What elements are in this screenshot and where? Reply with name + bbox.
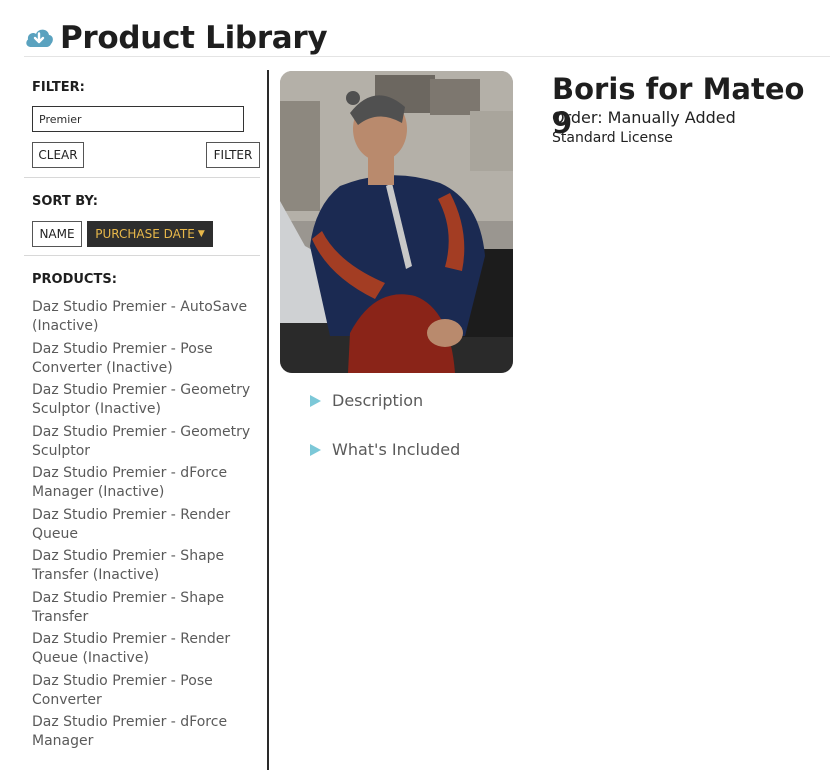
product-list-item[interactable]: Daz Studio Premier - Render Queue (Inact… — [32, 630, 260, 668]
expand-triangle-icon — [310, 394, 321, 407]
sort-divider — [24, 255, 260, 256]
page-header: Product Library — [24, 18, 328, 58]
description-label: Description — [332, 391, 424, 410]
cloud-download-icon — [26, 29, 53, 47]
sidebar-divider — [267, 70, 269, 770]
products-label: PRODUCTS: — [32, 272, 117, 287]
header-divider — [24, 56, 830, 57]
product-list-item[interactable]: Daz Studio Premier - Pose Converter — [32, 672, 260, 710]
filter-input[interactable]: Premier — [32, 106, 244, 132]
product-list: Daz Studio Premier - AutoSave (Inactive)… — [32, 298, 260, 755]
filter-button[interactable]: FILTER — [206, 142, 260, 168]
sort-purchase-date-button[interactable]: PURCHASE DATE ▼ — [87, 221, 213, 247]
whats-included-label: What's Included — [332, 440, 461, 459]
product-list-item[interactable]: Daz Studio Premier - dForce Manager (Ina… — [32, 464, 260, 502]
product-list-item[interactable]: Daz Studio Premier - Geometry Sculptor — [32, 423, 260, 461]
clear-button[interactable]: CLEAR — [32, 142, 84, 168]
product-list-item[interactable]: Daz Studio Premier - dForce Manager — [32, 713, 260, 751]
license-info: Standard License — [552, 130, 673, 146]
description-toggle[interactable]: Description — [310, 391, 423, 410]
page-title: Product Library — [60, 20, 328, 56]
sort-purchase-date-label: PURCHASE DATE — [95, 227, 195, 241]
product-list-item[interactable]: Daz Studio Premier - Pose Converter (Ina… — [32, 340, 260, 378]
order-info: Order: Manually Added — [552, 108, 736, 127]
product-list-item[interactable]: Daz Studio Premier - AutoSave (Inactive) — [32, 298, 260, 336]
whats-included-toggle[interactable]: What's Included — [310, 440, 460, 459]
product-list-item[interactable]: Daz Studio Premier - Render Queue — [32, 506, 260, 544]
product-list-item[interactable]: Daz Studio Premier - Shape Transfer — [32, 589, 260, 627]
caret-down-icon: ▼ — [197, 229, 205, 239]
sort-name-button[interactable]: NAME — [32, 221, 82, 247]
expand-triangle-icon — [310, 443, 321, 456]
product-list-item[interactable]: Daz Studio Premier - Geometry Sculptor (… — [32, 381, 260, 419]
product-list-item[interactable]: Daz Studio Premier - Shape Transfer (Ina… — [32, 547, 260, 585]
sort-label: SORT BY: — [32, 194, 98, 209]
filter-label: FILTER: — [32, 80, 85, 95]
product-image — [280, 71, 513, 373]
filter-divider — [24, 177, 260, 178]
